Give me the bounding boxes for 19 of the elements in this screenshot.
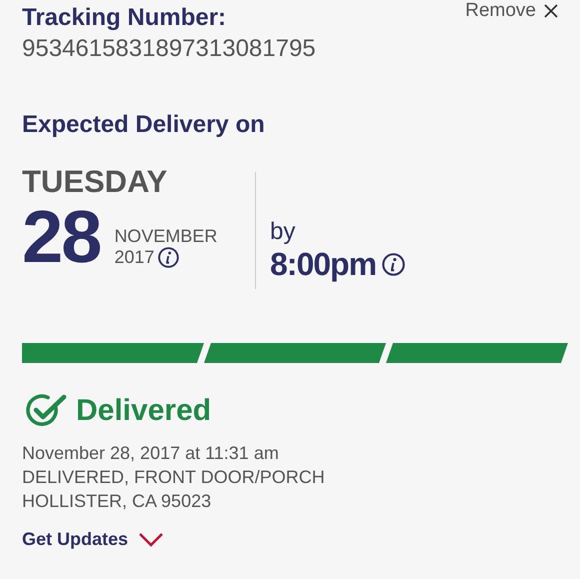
year: 2017 — [114, 247, 154, 268]
info-icon[interactable] — [158, 247, 180, 268]
status-detail: HOLLISTER, CA 95023 — [22, 490, 212, 513]
remove-link[interactable]: Remove — [465, 0, 558, 22]
close-icon — [544, 4, 558, 18]
day-number: 28 — [22, 204, 100, 270]
by-label: by — [270, 218, 296, 246]
status-detail: November 28, 2017 at 11:31 am — [22, 442, 280, 465]
status-detail: DELIVERED, FRONT DOOR/PORCH — [22, 466, 326, 489]
delivery-time: 8:00pm — [270, 246, 376, 283]
tracking-number: 9534615831897313081795 — [22, 34, 316, 64]
caret-icon — [138, 532, 164, 548]
info-icon[interactable] — [382, 253, 406, 276]
weekday: TUESDAY — [22, 164, 168, 200]
tracking-label: Tracking Number: — [22, 4, 226, 32]
status-label: Delivered — [76, 394, 212, 428]
get-updates-toggle[interactable]: Get Updates — [22, 529, 164, 550]
expected-delivery-heading: Expected Delivery on — [22, 110, 265, 140]
month: NOVEMBER — [114, 226, 218, 247]
